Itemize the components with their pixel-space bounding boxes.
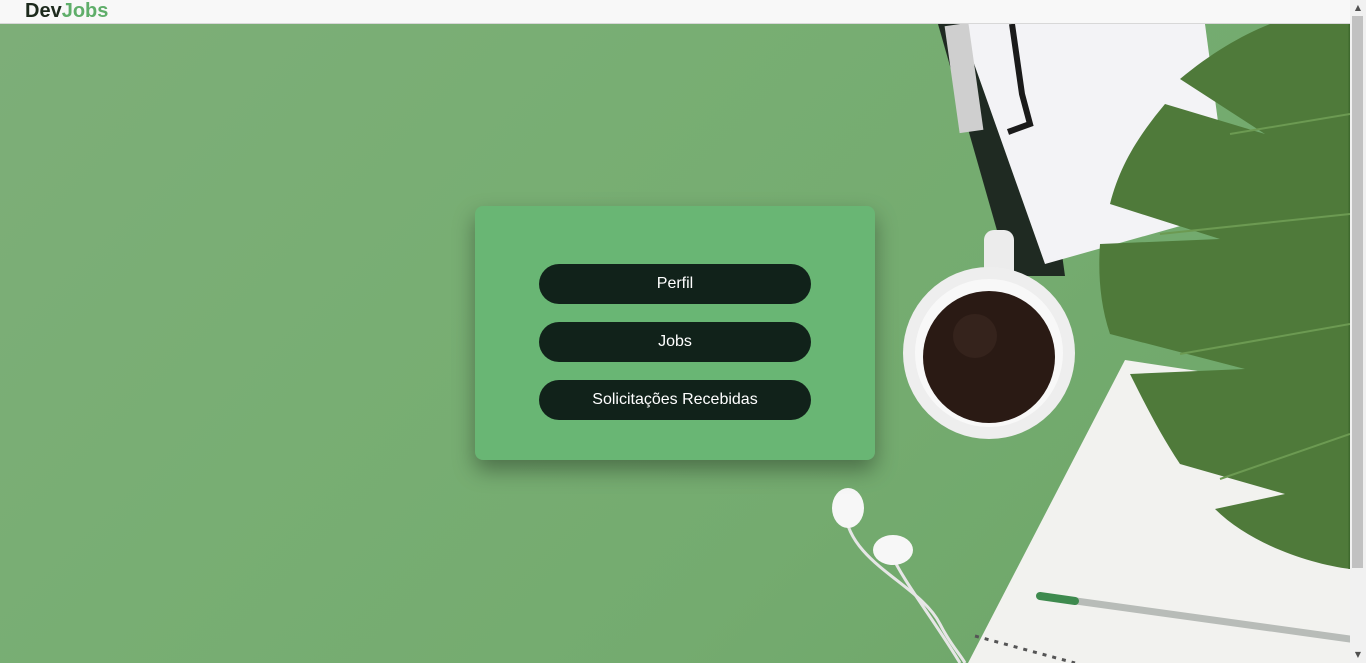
- navbar: DevJobs: [0, 0, 1350, 24]
- brand-logo-dev: Dev: [25, 0, 62, 22]
- solicitacoes-recebidas-button[interactable]: Solicitações Recebidas: [539, 380, 811, 420]
- scroll-down-arrow-icon[interactable]: ▼: [1350, 647, 1366, 663]
- scrollbar-thumb[interactable]: [1352, 16, 1363, 568]
- menu-card: Perfil Jobs Solicitações Recebidas: [475, 206, 875, 460]
- brand-logo[interactable]: DevJobs: [25, 0, 108, 23]
- jobs-button[interactable]: Jobs: [539, 322, 811, 362]
- brand-logo-jobs: Jobs: [61, 0, 109, 22]
- vertical-scrollbar[interactable]: ▲ ▼: [1350, 0, 1366, 663]
- perfil-button[interactable]: Perfil: [539, 264, 811, 304]
- scroll-up-arrow-icon[interactable]: ▲: [1350, 0, 1366, 16]
- page: DevJobs Perfil Jobs Solicitações Recebid…: [0, 0, 1366, 663]
- earphones: [832, 488, 967, 663]
